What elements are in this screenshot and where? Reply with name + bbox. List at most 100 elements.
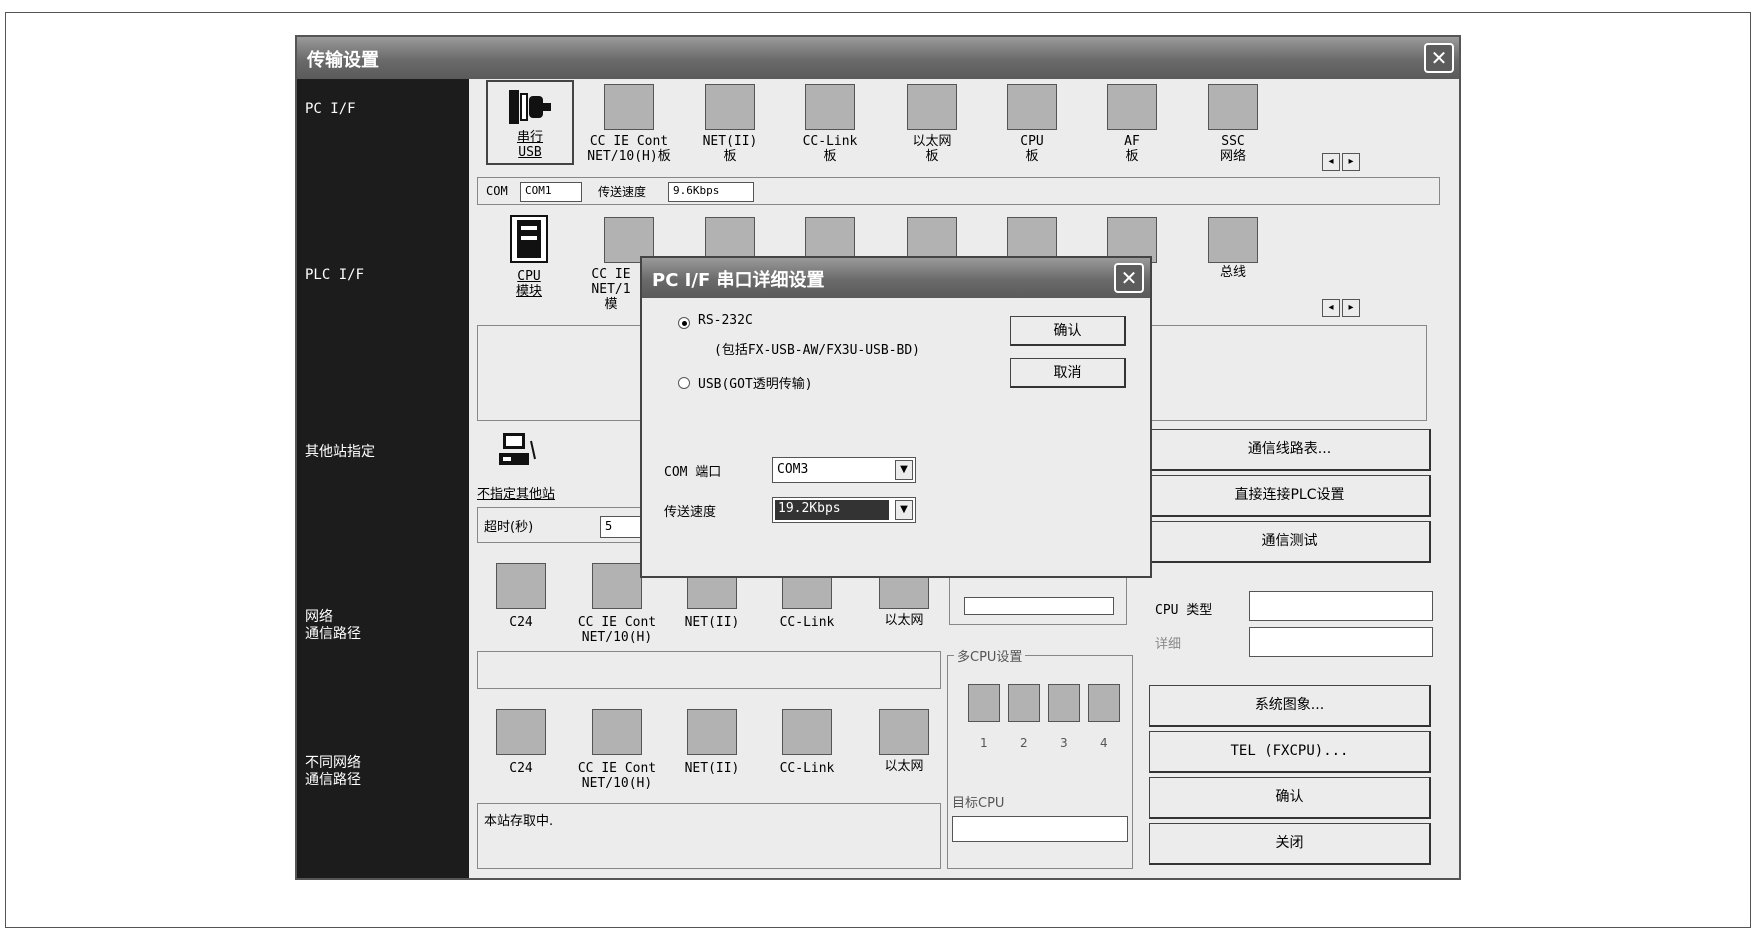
tel-fxcpu-button[interactable]: TEL (FXCPU)... <box>1149 731 1431 773</box>
cpu-type-field <box>1249 591 1433 621</box>
rs232c-note: (包括FX-USB-AW/FX3U-USB-BD) <box>714 343 921 358</box>
pc-if-cclink-board-button[interactable] <box>805 84 855 130</box>
label-pc-if: PC I/F <box>305 101 356 117</box>
pc-if-netii-board-button[interactable] <box>705 84 755 130</box>
dialog-cancel-button[interactable]: 取消 <box>1010 358 1126 388</box>
plc-if-item-label: 总线 <box>1219 265 1246 280</box>
diff-route-ccie-button[interactable] <box>592 709 642 755</box>
scroll-right-icon[interactable]: ▸ <box>1342 153 1360 171</box>
network-route-item-label: CC-Link <box>779 615 835 630</box>
serial-usb-icon <box>507 86 553 128</box>
pc-if-ethernet-board-button[interactable] <box>907 84 957 130</box>
pc-if-item-label: 以太网 板 <box>912 134 952 164</box>
diff-route-c24-button[interactable] <box>496 709 546 755</box>
comm-test-button[interactable]: 通信测试 <box>1149 521 1431 563</box>
multi-cpu-number: 2 <box>1020 736 1028 750</box>
window-titlebar: 传输设置 ✕ <box>297 37 1459 79</box>
close-button[interactable]: 关闭 <box>1149 823 1431 865</box>
plc-if-bus-button[interactable] <box>1208 217 1258 263</box>
pc-if-item-label: CPU 板 <box>1020 134 1044 164</box>
target-cpu-field <box>952 816 1128 842</box>
pc-if-cpu-board-button[interactable] <box>1007 84 1057 130</box>
diff-route-item-label: CC-Link <box>779 761 835 776</box>
pc-if-ssc-network-button[interactable] <box>1208 84 1258 130</box>
pc-if-item-label: 串行 USB <box>516 130 543 160</box>
scroll-right-icon[interactable]: ▸ <box>1342 299 1360 317</box>
radio-rs232c[interactable] <box>678 317 690 329</box>
timeout-label: 超时(秒) <box>484 520 534 535</box>
status-box: 本站存取中. <box>477 803 941 869</box>
diff-route-cclink-button[interactable] <box>782 709 832 755</box>
chevron-down-icon[interactable]: ▼ <box>895 500 913 520</box>
speed-select-label: 传送速度 <box>664 505 717 520</box>
window-close-button[interactable]: ✕ <box>1424 43 1454 73</box>
chevron-down-icon[interactable]: ▼ <box>895 460 913 480</box>
pc-if-scroll[interactable]: ◂ ▸ <box>1322 153 1362 171</box>
network-route-c24-button[interactable] <box>496 563 546 609</box>
network-route-item-label: CC IE Cont NET/10(H) <box>577 615 657 645</box>
pc-if-af-board-button[interactable] <box>1107 84 1157 130</box>
pc-if-ccie-board-button[interactable] <box>604 84 654 130</box>
network-route-item-label: C24 <box>509 615 533 630</box>
scroll-left-icon[interactable]: ◂ <box>1322 153 1340 171</box>
dialog-close-button[interactable]: ✕ <box>1114 263 1144 293</box>
dialog-titlebar: PC I/F 串口详细设置 ✕ <box>642 258 1150 298</box>
no-other-station-button[interactable] <box>497 431 537 471</box>
multi-cpu-number: 4 <box>1100 736 1108 750</box>
network-route-ccie-button[interactable] <box>592 563 642 609</box>
radio-usb[interactable] <box>678 377 690 389</box>
cpu-detail-label: 详细 <box>1155 637 1182 652</box>
multi-cpu-group: 多CPU设置 1 2 3 4 目标CPU <box>947 646 1133 869</box>
com-port-label: COM 端口 <box>664 465 722 480</box>
pc-if-item-label: NET(II) 板 <box>702 134 758 164</box>
serial-detail-dialog: PC I/F 串口详细设置 ✕ RS-232C (包括FX-USB-AW/FX3… <box>640 256 1152 578</box>
diff-route-ethernet-button[interactable] <box>879 709 929 755</box>
label-other-station: 其他站指定 <box>305 444 375 460</box>
window-title: 传输设置 <box>307 50 379 71</box>
speed-select-value: 19.2Kbps <box>775 500 889 520</box>
scroll-left-icon[interactable]: ◂ <box>1322 299 1340 317</box>
diff-route-item-label: NET(II) <box>684 761 740 776</box>
multi-cpu-number: 3 <box>1060 736 1068 750</box>
status-text: 本站存取中. <box>484 814 554 829</box>
system-image-button[interactable]: 系统图象... <box>1149 685 1431 727</box>
pc-if-serial-usb-button[interactable]: 串行 USB <box>486 80 574 165</box>
pc-if-item-label: SSC 网络 <box>1219 134 1246 164</box>
pc-if-item-label: AF 板 <box>1124 134 1140 164</box>
speed-select[interactable]: 19.2Kbps ▼ <box>772 497 916 523</box>
com-value: COM1 <box>520 182 582 202</box>
diff-route-item-label: C24 <box>509 761 533 776</box>
speed-label: 传送速度 <box>598 185 647 199</box>
plc-if-scroll[interactable]: ◂ ▸ <box>1322 299 1362 317</box>
pc-if-item-label: CC-Link 板 <box>802 134 858 164</box>
diff-route-netii-button[interactable] <box>687 709 737 755</box>
plc-if-cpu-module-button[interactable] <box>507 214 551 264</box>
computer-icon <box>499 433 536 465</box>
route-table-button[interactable]: 通信线路表... <box>1149 429 1431 471</box>
left-label-panel: PC I/F PLC I/F 其他站指定 网络 通信路径 不同网络 通信路径 <box>297 79 469 878</box>
ok-button[interactable]: 确认 <box>1149 777 1431 819</box>
diff-route-item-label: 以太网 <box>884 759 924 774</box>
multi-cpu-1-button[interactable] <box>968 684 1000 722</box>
com-label: COM <box>486 184 508 198</box>
radio-usb-label: USB(GOT透明传输) <box>698 377 813 392</box>
radio-rs232c-label: RS-232C <box>698 313 753 328</box>
network-route-field <box>964 597 1114 615</box>
network-route-item-label: 以太网 <box>884 613 924 628</box>
multi-cpu-4-button[interactable] <box>1088 684 1120 722</box>
direct-plc-setting-button[interactable]: 直接连接PLC设置 <box>1149 475 1431 517</box>
multi-cpu-2-button[interactable] <box>1008 684 1040 722</box>
multi-cpu-3-button[interactable] <box>1048 684 1080 722</box>
multi-cpu-title: 多CPU设置 <box>954 646 1026 665</box>
multi-cpu-number: 1 <box>980 736 988 750</box>
dialog-ok-button[interactable]: 确认 <box>1010 316 1126 346</box>
com-port-value: COM3 <box>777 462 809 477</box>
label-plc-if: PLC I/F <box>305 267 365 283</box>
cpu-type-label: CPU 类型 <box>1155 603 1213 618</box>
no-other-station-label: 不指定其他站 <box>477 487 556 502</box>
speed-value: 9.6Kbps <box>668 182 754 202</box>
cpu-detail-field <box>1249 627 1433 657</box>
com-port-select[interactable]: COM3 ▼ <box>772 457 916 483</box>
cpu-module-icon <box>510 215 548 263</box>
label-diff-network-route: 不同网络 通信路径 <box>305 755 361 788</box>
